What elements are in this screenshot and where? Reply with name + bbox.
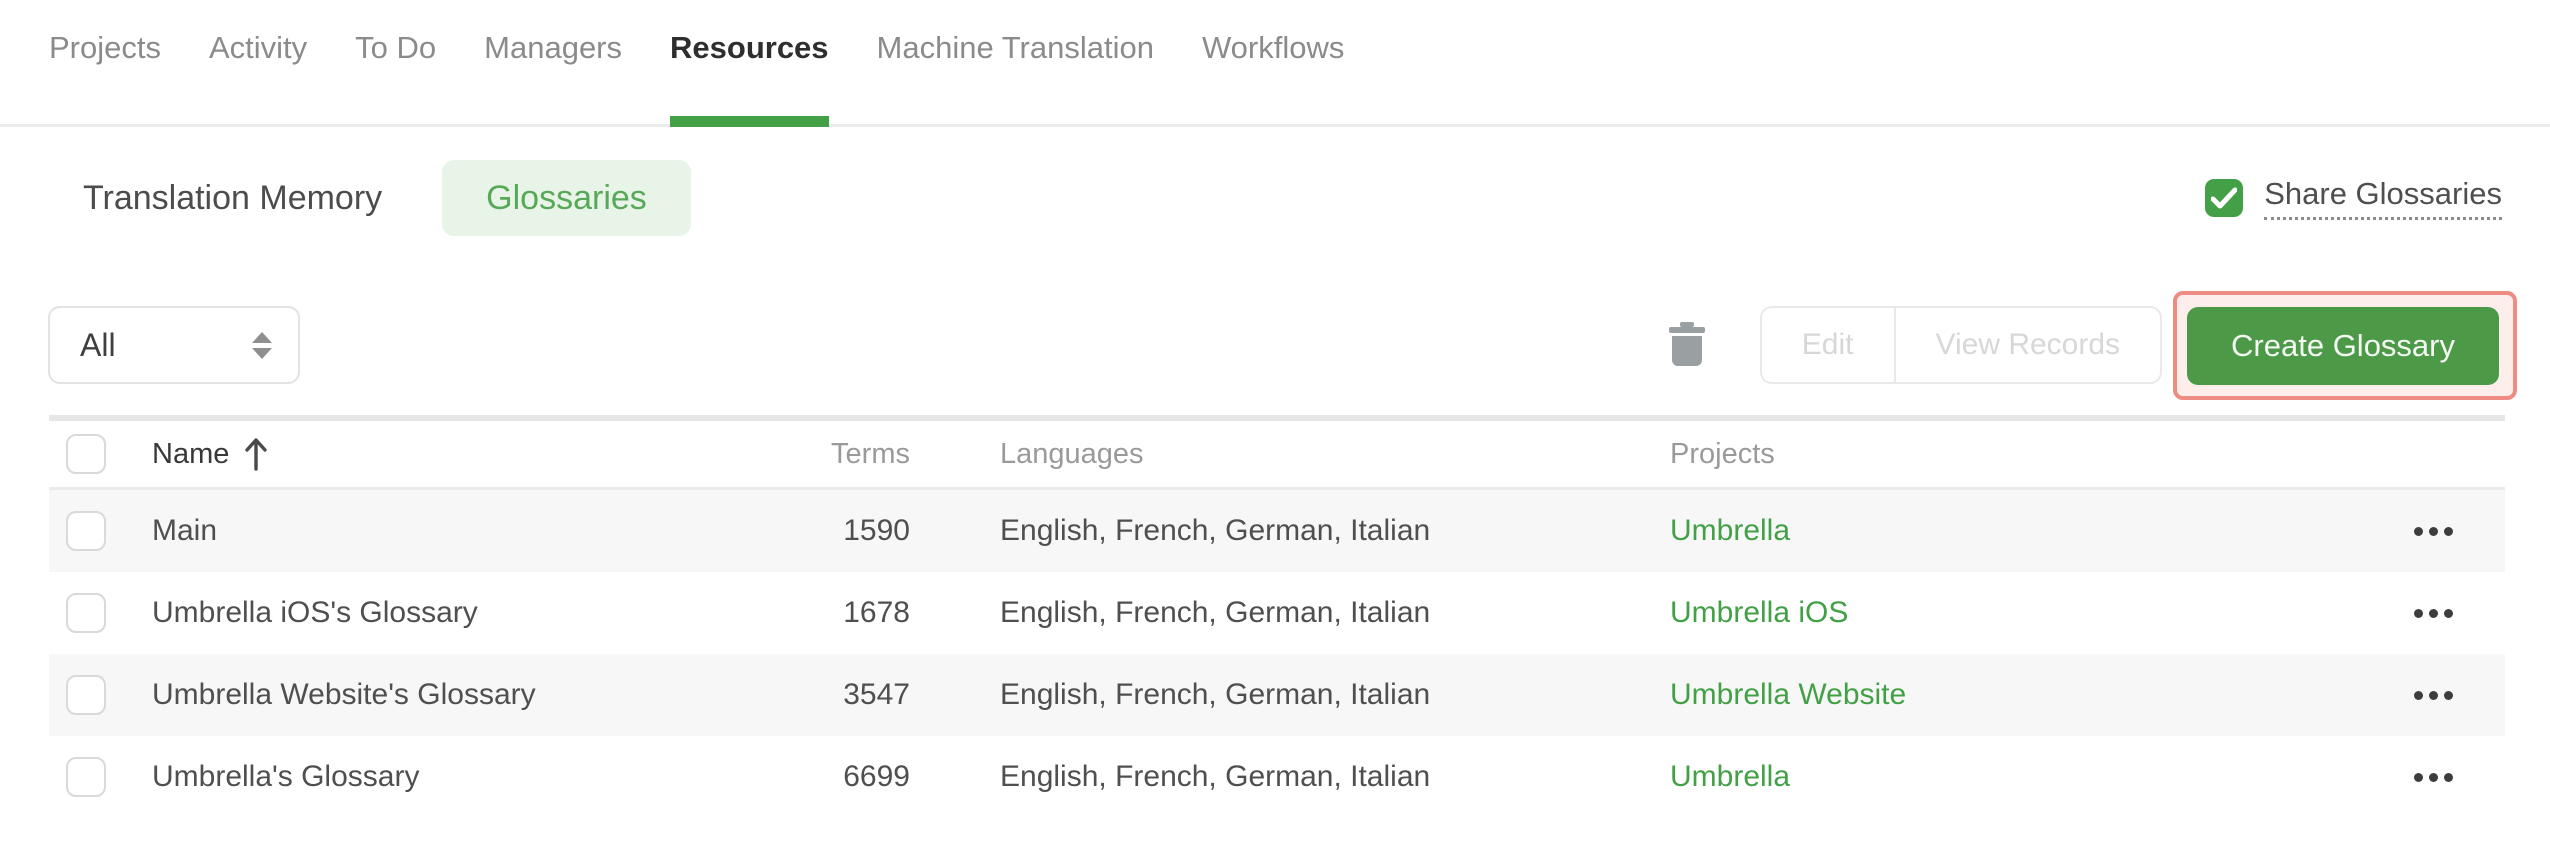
- column-header-name-label: Name: [152, 437, 230, 470]
- glossary-languages: English, French, German, Italian: [1000, 760, 1431, 793]
- edit-button[interactable]: Edit: [1762, 308, 1894, 382]
- tab-workflows[interactable]: Workflows: [1202, 0, 1344, 124]
- row-menu-button[interactable]: [2410, 599, 2457, 628]
- ellipsis-menu-icon: [2414, 772, 2423, 782]
- row-checkbox[interactable]: [66, 757, 106, 797]
- toolbar-actions: Edit View Records Create Glossary: [1668, 290, 2517, 400]
- header-checkbox-cell: [49, 434, 152, 474]
- table-header-row: Name Terms Languages Projects: [49, 421, 2505, 490]
- row-checkbox[interactable]: [66, 675, 106, 715]
- sort-ascending-icon: [245, 438, 268, 471]
- checkmark-icon: [2211, 187, 2238, 209]
- view-records-button[interactable]: View Records: [1896, 308, 2161, 382]
- glossary-project-link[interactable]: Umbrella: [1670, 760, 1790, 794]
- resources-subnav: Translation Memory Glossaries Share Glos…: [0, 160, 2550, 236]
- column-header-projects: Projects: [1670, 437, 1775, 470]
- row-menu-button[interactable]: [2410, 517, 2457, 546]
- glossary-filter-value: All: [80, 326, 116, 363]
- glossary-terms-count: 3547: [843, 678, 910, 711]
- share-glossaries-toggle[interactable]: Share Glossaries: [2205, 176, 2502, 220]
- subtab-translation-memory[interactable]: Translation Memory: [83, 179, 382, 218]
- glossaries-toolbar: All Edit View Records Create Glossary: [0, 290, 2550, 400]
- column-header-languages: Languages: [1000, 437, 1144, 470]
- tab-projects[interactable]: Projects: [49, 0, 161, 124]
- column-header-terms: Terms: [831, 437, 910, 470]
- glossary-languages: English, French, German, Italian: [1000, 596, 1431, 629]
- tab-machine-translation[interactable]: Machine Translation: [877, 0, 1154, 124]
- glossary-project-link[interactable]: Umbrella Website: [1670, 678, 1906, 712]
- share-glossaries-checkbox[interactable]: [2205, 179, 2244, 217]
- trash-icon: [1668, 322, 1705, 366]
- share-glossaries-label: Share Glossaries: [2264, 176, 2502, 220]
- create-glossary-highlight: Create Glossary: [2173, 290, 2517, 400]
- glossary-terms-count: 6699: [843, 760, 910, 793]
- glossary-filter-select[interactable]: All: [48, 306, 300, 384]
- row-checkbox[interactable]: [66, 593, 106, 633]
- select-all-checkbox[interactable]: [66, 434, 106, 474]
- table-row: Umbrella Website's Glossary 3547 English…: [49, 654, 2505, 736]
- table-row: Main 1590 English, French, German, Itali…: [49, 490, 2505, 572]
- glossary-project-link[interactable]: Umbrella: [1670, 514, 1790, 548]
- tab-activity[interactable]: Activity: [209, 0, 307, 124]
- ellipsis-menu-icon: [2414, 690, 2423, 700]
- subtab-glossaries[interactable]: Glossaries: [442, 160, 691, 236]
- tab-managers[interactable]: Managers: [484, 0, 622, 124]
- row-checkbox[interactable]: [66, 511, 106, 551]
- table-row: Umbrella's Glossary 6699 English, French…: [49, 736, 2505, 818]
- ellipsis-menu-icon: [2414, 526, 2423, 536]
- glossary-languages: English, French, German, Italian: [1000, 678, 1431, 711]
- glossary-name: Main: [152, 514, 218, 547]
- column-header-name[interactable]: Name: [152, 437, 750, 471]
- row-menu-button[interactable]: [2410, 763, 2457, 792]
- glossary-project-link[interactable]: Umbrella iOS: [1670, 596, 1848, 630]
- glossaries-table: Name Terms Languages Projects Main 1590 …: [49, 415, 2505, 818]
- glossary-name: Umbrella Website's Glossary: [152, 678, 536, 711]
- glossary-name: Umbrella's Glossary: [152, 760, 420, 793]
- glossary-languages: English, French, German, Italian: [1000, 514, 1431, 547]
- row-menu-button[interactable]: [2410, 681, 2457, 710]
- ellipsis-menu-icon: [2414, 608, 2423, 618]
- tab-resources[interactable]: Resources: [670, 0, 829, 127]
- glossaries-page: Projects Activity To Do Managers Resourc…: [0, 0, 2550, 868]
- glossary-terms-count: 1590: [843, 514, 910, 547]
- glossary-action-group: Edit View Records: [1759, 306, 2163, 384]
- glossary-name: Umbrella iOS's Glossary: [152, 596, 478, 629]
- table-row: Umbrella iOS's Glossary 1678 English, Fr…: [49, 572, 2505, 654]
- top-navigation: Projects Activity To Do Managers Resourc…: [0, 0, 2550, 127]
- tab-todo[interactable]: To Do: [355, 0, 436, 124]
- create-glossary-button[interactable]: Create Glossary: [2187, 306, 2499, 385]
- delete-glossary-button[interactable]: [1668, 322, 1706, 368]
- select-caret-icon: [252, 331, 272, 359]
- glossary-terms-count: 1678: [843, 596, 910, 629]
